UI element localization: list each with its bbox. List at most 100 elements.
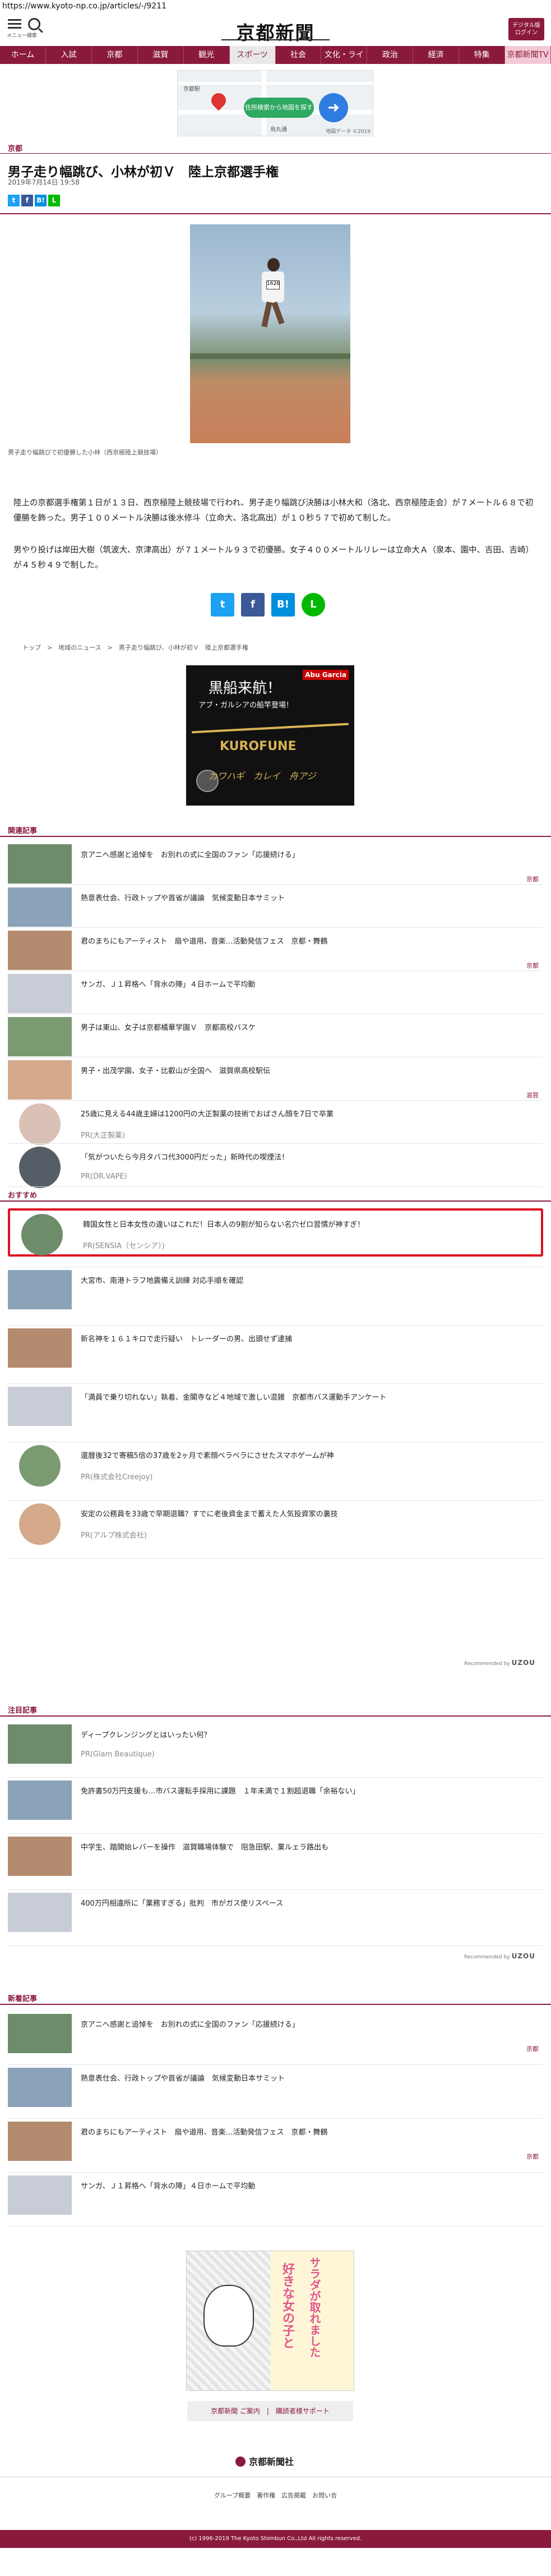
article-link-title[interactable]: 京アニへ感謝と追悼を お別れの式に全国のファン「応援続ける」 (81, 2018, 299, 2029)
article-photo[interactable]: 1626 (190, 224, 350, 443)
article-link-title[interactable]: 安定の公務員を33歳で早期退職？すでに老後資金まで蓄えた人気投資家の裏技 (81, 1508, 338, 1519)
browser-url-bar[interactable]: https://www.kyoto-np.co.jp/articles/-/92… (0, 0, 551, 15)
facebook-icon[interactable]: f (21, 195, 33, 206)
article-thumbnail[interactable] (8, 1781, 72, 1820)
nav-tab[interactable]: スポーツ (229, 46, 276, 64)
article-link-title[interactable]: 君のまちにもアーティスト 扇や道用、音楽…活動発信フェス 京都・舞鶴 (81, 2126, 327, 2137)
list-item[interactable]: 京アニへ感謝と追悼を お別れの式に全国のファン「応援続ける」京都 (8, 844, 543, 886)
category-tag[interactable]: 京都 (526, 875, 539, 884)
nav-tab[interactable]: 政治 (367, 46, 414, 64)
fishing-rod-ad[interactable]: Abu Garcia 黒船来航！ アブ・ガルシアの船竿登場！ KUROFUNE … (186, 665, 354, 806)
article-thumbnail[interactable] (8, 931, 72, 970)
article-link-title[interactable]: 400万円相違所に「業務すぎる」批判 市がガス使リスペース (81, 1897, 283, 1908)
article-thumbnail[interactable] (8, 2014, 72, 2053)
digital-edition-login-button[interactable]: デジタル版 ログイン (508, 18, 544, 40)
list-item[interactable]: 大宮市、南港トラフ地震備え訓練 対応手順を確認 (8, 1270, 543, 1312)
nav-tab[interactable]: 滋賀 (138, 46, 184, 64)
nav-tab[interactable]: 特集 (459, 46, 506, 64)
search-label[interactable]: 検索 (27, 31, 37, 39)
list-item[interactable]: 免許書50万円支援も…市バス運転手採用に課題 １年未満で１割超退職「余裕ない」 (8, 1781, 543, 1822)
recommended-by-uzou[interactable]: Recommended by UZOU (464, 1952, 535, 1960)
menu-label[interactable]: メニュー (7, 31, 27, 39)
twitter-icon[interactable]: t (211, 593, 234, 617)
article-link-title[interactable]: 「気がついたら今月タバコ代3000円だった」新時代の喫煙法！ (81, 1151, 289, 1162)
nav-tab[interactable]: 文化・ライフ (321, 46, 368, 77)
article-thumbnail[interactable] (8, 1724, 72, 1764)
article-thumbnail[interactable] (19, 1445, 61, 1487)
list-item[interactable]: サンガ、Ｊ１昇格へ「背水の陣」４日ホームで平均動 (8, 2175, 543, 2217)
list-item[interactable]: 25歳に見える44歳主婦は1200円の大正製薬の技術でおばさん顔を7日で卒業 PR… (8, 1103, 543, 1145)
article-link-title[interactable]: 男子は東山、女子は京都橘華学園Ｖ 京都高校バスケ (81, 1022, 256, 1032)
article-thumbnail[interactable] (19, 1503, 61, 1545)
list-item[interactable]: 熱意表仕会、行政トップや首省が議論 気候変動日本サミット (8, 2068, 543, 2109)
list-item[interactable]: ディープクレンジングとはいったい何？ PR(Glam Beautique) (8, 1724, 543, 1766)
article-thumbnail[interactable] (8, 1328, 72, 1368)
article-link-title[interactable]: 免許書50万円支援も…市バス運転手採用に課題 １年未満で１割超退職「余裕ない」 (81, 1785, 360, 1796)
list-item[interactable]: 熱意表仕会、行政トップや首省が議論 気候変動日本サミット (8, 887, 543, 929)
category-tag[interactable]: 京都 (526, 2044, 539, 2053)
footer-support-buttons[interactable]: 京都新聞 ご案内 | 購読者様サポート (187, 2401, 353, 2421)
category-tag[interactable]: 滋賀 (526, 1091, 539, 1100)
list-item[interactable]: 京アニへ感謝と追悼を お別れの式に全国のファン「応援続ける」京都 (8, 2014, 543, 2055)
article-thumbnail[interactable] (8, 887, 72, 927)
article-link-title[interactable]: サンガ、Ｊ１昇格へ「背水の陣」４日ホームで平均動 (81, 978, 255, 989)
article-thumbnail[interactable] (8, 844, 72, 884)
list-item[interactable]: 400万円相違所に「業務すぎる」批判 市がガス使リスペース (8, 1893, 543, 1934)
hamburger-menu-icon[interactable] (8, 19, 21, 29)
nav-tab[interactable]: 京都 (92, 46, 138, 64)
article-link-title[interactable]: 男子・出茂学園、女子・比叡山が全国へ 滋賀県高校駅伝 (81, 1065, 270, 1075)
article-section-label[interactable]: 京都 (8, 142, 22, 153)
search-icon[interactable] (28, 18, 40, 30)
facebook-icon[interactable]: f (241, 593, 265, 617)
article-thumbnail[interactable] (8, 2122, 72, 2161)
article-link-title[interactable]: 大宮市、南港トラフ地震備え訓練 対応手順を確認 (81, 1275, 243, 1285)
article-thumbnail[interactable] (8, 1387, 72, 1426)
article-link-title[interactable]: 新名神を１６１キロで走行疑い トレーダーの男、出頭せず逮捕 (81, 1333, 292, 1344)
article-link-title[interactable]: 熱意表仕会、行政トップや首省が議論 気候変動日本サミット (81, 2072, 285, 2083)
article-thumbnail[interactable] (19, 1147, 61, 1188)
nav-tab[interactable]: ホーム (0, 46, 46, 64)
article-link-title[interactable]: 京アニへ感謝と追悼を お別れの式に全国のファン「応援続ける」 (81, 849, 299, 859)
list-item[interactable]: 男子は東山、女子は京都橘華学園Ｖ 京都高校バスケ (8, 1017, 543, 1059)
list-item[interactable]: 中学生、踏開始レバーを操作 滋賀職場体験で 阻急田駅、業ルェラ路出も (8, 1837, 543, 1878)
nav-tab[interactable]: 観光 (184, 46, 230, 64)
hatena-bookmark-icon[interactable]: B! (271, 593, 295, 617)
article-link-title[interactable]: 還暦後32で寄稿5倍の37歳を2ヶ月で素顔ベラベラにさせたスマホゲームが神 (81, 1450, 334, 1460)
list-item[interactable]: 還暦後32で寄稿5倍の37歳を2ヶ月で素顔ベラベラにさせたスマホゲームが神 PR(… (8, 1445, 543, 1487)
list-item[interactable]: 新名神を１６１キロで走行疑い トレーダーの男、出頭せず逮捕 (8, 1328, 543, 1370)
article-thumbnail[interactable] (8, 1017, 72, 1056)
article-link-title[interactable]: 韓国女性と日本女性の違いはこれだ！日本人の9割が知らない名穴ゼロ習慣が神すぎ！ (83, 1218, 364, 1229)
list-item[interactable]: サンガ、Ｊ１昇格へ「背水の陣」４日ホームで平均動 (8, 974, 543, 1015)
article-link-title[interactable]: 25歳に見える44歳主婦は1200円の大正製薬の技術でおばさん顔を7日で卒業 (81, 1108, 334, 1119)
list-item[interactable]: 韓国女性と日本女性の違いはこれだ！日本人の9割が知らない名穴ゼロ習慣が神すぎ！ P… (8, 1208, 543, 1257)
list-item[interactable]: 「気がついたら今月タバコ代3000円だった」新時代の喫煙法！ PR(DR.VAPE… (8, 1147, 543, 1188)
article-thumbnail[interactable] (19, 1103, 61, 1145)
article-thumbnail[interactable] (8, 2175, 72, 2215)
manga-ad[interactable]: 好きな女の子と サラダが取れました (186, 2251, 354, 2391)
article-thumbnail[interactable] (8, 1837, 72, 1876)
map-search-pill[interactable]: 住所検索から地図を探す (244, 98, 314, 118)
article-link-title[interactable]: 中学生、踏開始レバーを操作 滋賀職場体験で 阻急田駅、業ルェラ路出も (81, 1841, 328, 1852)
article-thumbnail[interactable] (8, 1060, 72, 1100)
nav-tab[interactable]: 入試 (46, 46, 92, 64)
footer-links[interactable]: グループ概要 著作権 広告掲載 お問い合 (0, 2491, 551, 2500)
list-item[interactable]: 男子・出茂学園、女子・比叡山が全国へ 滋賀県高校駅伝滋賀 (8, 1060, 543, 1102)
twitter-icon[interactable]: t (8, 195, 20, 206)
article-link-title[interactable]: 熱意表仕会、行政トップや首省が議論 気候変動日本サミット (81, 892, 285, 903)
breadcrumb[interactable]: トップ > 地域のニュース > 男子走り幅跳び、小林が初Ｖ 陸上京都選手権 (22, 643, 248, 652)
site-logo[interactable]: 京都新聞 (224, 18, 327, 45)
list-item[interactable]: 君のまちにもアーティスト 扇や道用、音楽…活動発信フェス 京都・舞鶴 京都 (8, 931, 543, 972)
article-link-title[interactable]: ディープクレンジングとはいったい何？ (81, 1729, 211, 1740)
article-link-title[interactable]: 君のまちにもアーティスト 扇や道用、音楽…活動発信フェス 京都・舞鶴 (81, 935, 327, 946)
list-item[interactable]: 「満員で乗り切れない」執着、金閣寺など４地域で激しい混雑 京都市バス運動手アンケ… (8, 1387, 543, 1428)
list-item[interactable]: 安定の公務員を33歳で早期退職？すでに老後資金まで蓄えた人気投資家の裏技 PR(ア… (8, 1503, 543, 1545)
article-thumbnail[interactable] (21, 1214, 63, 1255)
line-icon[interactable]: L (48, 195, 60, 206)
article-thumbnail[interactable] (8, 974, 72, 1013)
article-thumbnail[interactable] (8, 2068, 72, 2107)
map-ad-banner[interactable]: 京都駅 烏丸通 住所検索から地図を探す ➜ 地図データ ©2019 (177, 70, 373, 136)
article-link-title[interactable]: サンガ、Ｊ１昇格へ「背水の陣」４日ホームで平均動 (81, 2180, 255, 2191)
nav-tab[interactable]: 経済 (413, 46, 460, 64)
nav-tab[interactable]: 京都新聞TV (505, 46, 551, 64)
line-icon[interactable]: L (302, 593, 325, 617)
